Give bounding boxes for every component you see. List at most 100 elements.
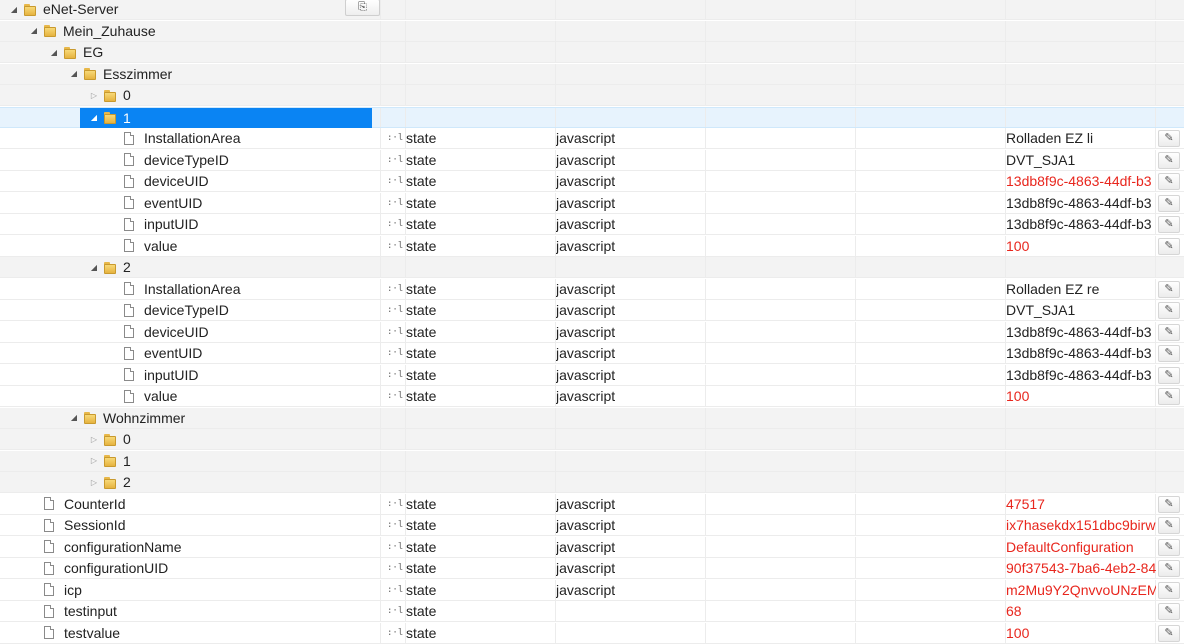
edit-button[interactable]: ✎ [1158,538,1180,556]
tree-state-row[interactable]: icp:·l state javascript m2Mu9Y2QnvvoUNzEM ✎ [0,579,1184,601]
edit-button[interactable]: ✎ [1158,151,1180,169]
tree-state-row[interactable]: deviceTypeID:·l state javascript DVT_SJA1 ✎ [0,149,1184,171]
tree-cell[interactable]: icp [28,580,82,600]
tree-state-row[interactable]: testvalue:·l state 100 ✎ [0,622,1184,644]
tree-state-row[interactable]: configurationName:·l state javascript Defau… [0,536,1184,558]
expanded-triangle-icon[interactable]: ◢ [88,112,100,124]
expanded-triangle-icon[interactable]: ◢ [68,68,80,80]
settings-handle-icon[interactable]: :·l [387,198,403,208]
settings-handle-icon[interactable]: :·l [387,391,403,401]
tree-cell[interactable]: SessionId [28,515,125,535]
edit-button[interactable]: ✎ [1158,194,1180,212]
clipboard-button[interactable]: ⎘ [345,0,380,16]
edit-button[interactable]: ✎ [1158,603,1180,620]
tree-state-row[interactable]: testinput:·l state 68 ✎ [0,601,1184,622]
settings-handle-icon[interactable]: :·l [387,370,403,380]
edit-button[interactable]: ✎ [1158,345,1180,362]
tree-state-row[interactable]: value:·l state javascript 100 ✎ [0,235,1184,257]
tree-folder-row[interactable]: ◢ Mein_Zuhause [0,20,1184,42]
settings-handle-icon[interactable]: :·l [387,585,403,595]
edit-button[interactable]: ✎ [1158,302,1180,319]
tree-folder-row[interactable]: ◢ Esszimmer [0,63,1184,85]
tree-cell[interactable]: InstallationArea [108,279,241,299]
tree-cell[interactable]: configurationUID [28,558,168,578]
tree-cell[interactable]: deviceUID [108,322,209,342]
settings-handle-icon[interactable]: :·l [387,628,403,638]
collapsed-triangle-icon[interactable]: ▷ [88,476,100,488]
tree-cell[interactable]: ◢ 1 [80,107,372,128]
tree-cell[interactable]: inputUID [108,365,198,385]
edit-button[interactable]: ✎ [1158,495,1180,513]
tree-cell[interactable]: ▷ 1 [88,451,131,471]
tree-folder-row[interactable]: ◢ EG [0,42,1184,63]
tree-folder-row[interactable]: ▷ 2 [0,472,1184,493]
tree-state-row[interactable]: deviceTypeID:·l state javascript DVT_SJA1 ✎ [0,300,1184,321]
tree-cell[interactable]: value [108,236,177,256]
settings-handle-icon[interactable]: :·l [387,305,403,315]
settings-handle-icon[interactable]: :·l [387,563,403,573]
tree-cell[interactable]: configurationName [28,537,182,557]
collapsed-triangle-icon[interactable]: ▷ [88,89,100,101]
settings-handle-icon[interactable]: :·l [387,499,403,509]
tree-cell[interactable]: ◢ eNet-Server [8,0,119,19]
edit-button[interactable]: ✎ [1158,624,1180,642]
tree-state-row[interactable]: value:·l state javascript 100 ✎ [0,386,1184,407]
tree-state-row[interactable]: eventUID:·l state javascript 13db8f9c-4863-… [0,343,1184,364]
tree-state-row[interactable]: inputUID:·l state javascript 13db8f9c-4863-… [0,214,1184,235]
edit-button[interactable]: ✎ [1158,388,1180,405]
tree-cell[interactable]: InstallationArea [108,128,241,148]
edit-button[interactable]: ✎ [1158,560,1180,577]
settings-handle-icon[interactable]: :·l [387,327,403,337]
expanded-triangle-icon[interactable]: ◢ [68,412,80,424]
tree-cell[interactable]: eventUID [108,193,202,213]
tree-cell[interactable]: ◢ EG [48,42,103,62]
edit-button[interactable]: ✎ [1158,517,1180,534]
settings-handle-icon[interactable]: :·l [387,133,403,143]
tree-state-row[interactable]: eventUID:·l state javascript 13db8f9c-4863-… [0,192,1184,214]
tree-folder-row[interactable]: ▷ 0 [0,85,1184,106]
tree-folder-row[interactable]: ◢ Wohnzimmer [0,407,1184,429]
tree-cell[interactable]: CounterId [28,494,125,514]
edit-button[interactable]: ✎ [1158,366,1180,384]
edit-button[interactable]: ✎ [1158,323,1180,341]
expanded-triangle-icon[interactable]: ◢ [48,46,60,58]
tree-state-row[interactable]: deviceUID:·l state javascript 13db8f9c-4863… [0,321,1184,343]
expanded-triangle-icon[interactable]: ◢ [88,261,100,273]
tree-cell[interactable]: ▷ 0 [88,85,131,105]
tree-cell[interactable]: testvalue [28,623,120,643]
tree-cell[interactable]: deviceUID [108,171,209,191]
tree-state-row[interactable]: configurationUID:·l state javascript 90f375… [0,558,1184,579]
tree-state-row[interactable]: InstallationArea:·l state javascript Rollad… [0,278,1184,300]
settings-handle-icon[interactable]: :·l [387,606,403,616]
edit-button[interactable]: ✎ [1158,173,1180,190]
tree-cell[interactable]: ▷ 0 [88,429,131,449]
edit-button[interactable]: ✎ [1158,280,1180,298]
settings-handle-icon[interactable]: :·l [387,284,403,294]
tree-cell[interactable]: testinput [28,601,117,621]
tree-cell[interactable]: ◢ Esszimmer [68,64,172,84]
tree-cell[interactable]: ▷ 2 [88,472,131,492]
settings-handle-icon[interactable]: :·l [387,155,403,165]
tree-state-row[interactable]: InstallationArea:·l state javascript Rollad… [0,128,1184,149]
tree-cell[interactable]: inputUID [108,214,198,234]
tree-cell[interactable]: ◢ Mein_Zuhause [28,21,156,41]
settings-handle-icon[interactable]: :·l [387,241,403,251]
collapsed-triangle-icon[interactable]: ▷ [88,455,100,467]
tree-folder-row[interactable]: ▷ 1 [0,450,1184,472]
tree-folder-row[interactable]: ◢ 2 [0,257,1184,278]
tree-cell[interactable]: deviceTypeID [108,300,229,320]
tree-state-row[interactable]: SessionId:·l state javascript ix7hasekdx151… [0,515,1184,536]
settings-handle-icon[interactable]: :·l [387,219,403,229]
tree-cell[interactable]: value [108,386,177,406]
tree-cell[interactable]: eventUID [108,343,202,363]
tree-cell[interactable]: ◢ 2 [88,257,131,277]
expanded-triangle-icon[interactable]: ◢ [28,25,40,37]
settings-handle-icon[interactable]: :·l [387,348,403,358]
tree-cell[interactable]: deviceTypeID [108,150,229,170]
expanded-triangle-icon[interactable]: ◢ [8,3,20,15]
collapsed-triangle-icon[interactable]: ▷ [88,433,100,445]
edit-button[interactable]: ✎ [1158,581,1180,599]
tree-folder-row[interactable]: ◢ 1 [0,106,1184,128]
tree-folder-row[interactable]: ◢ eNet-Server ⎘ [0,0,1184,20]
edit-button[interactable]: ✎ [1158,130,1180,147]
